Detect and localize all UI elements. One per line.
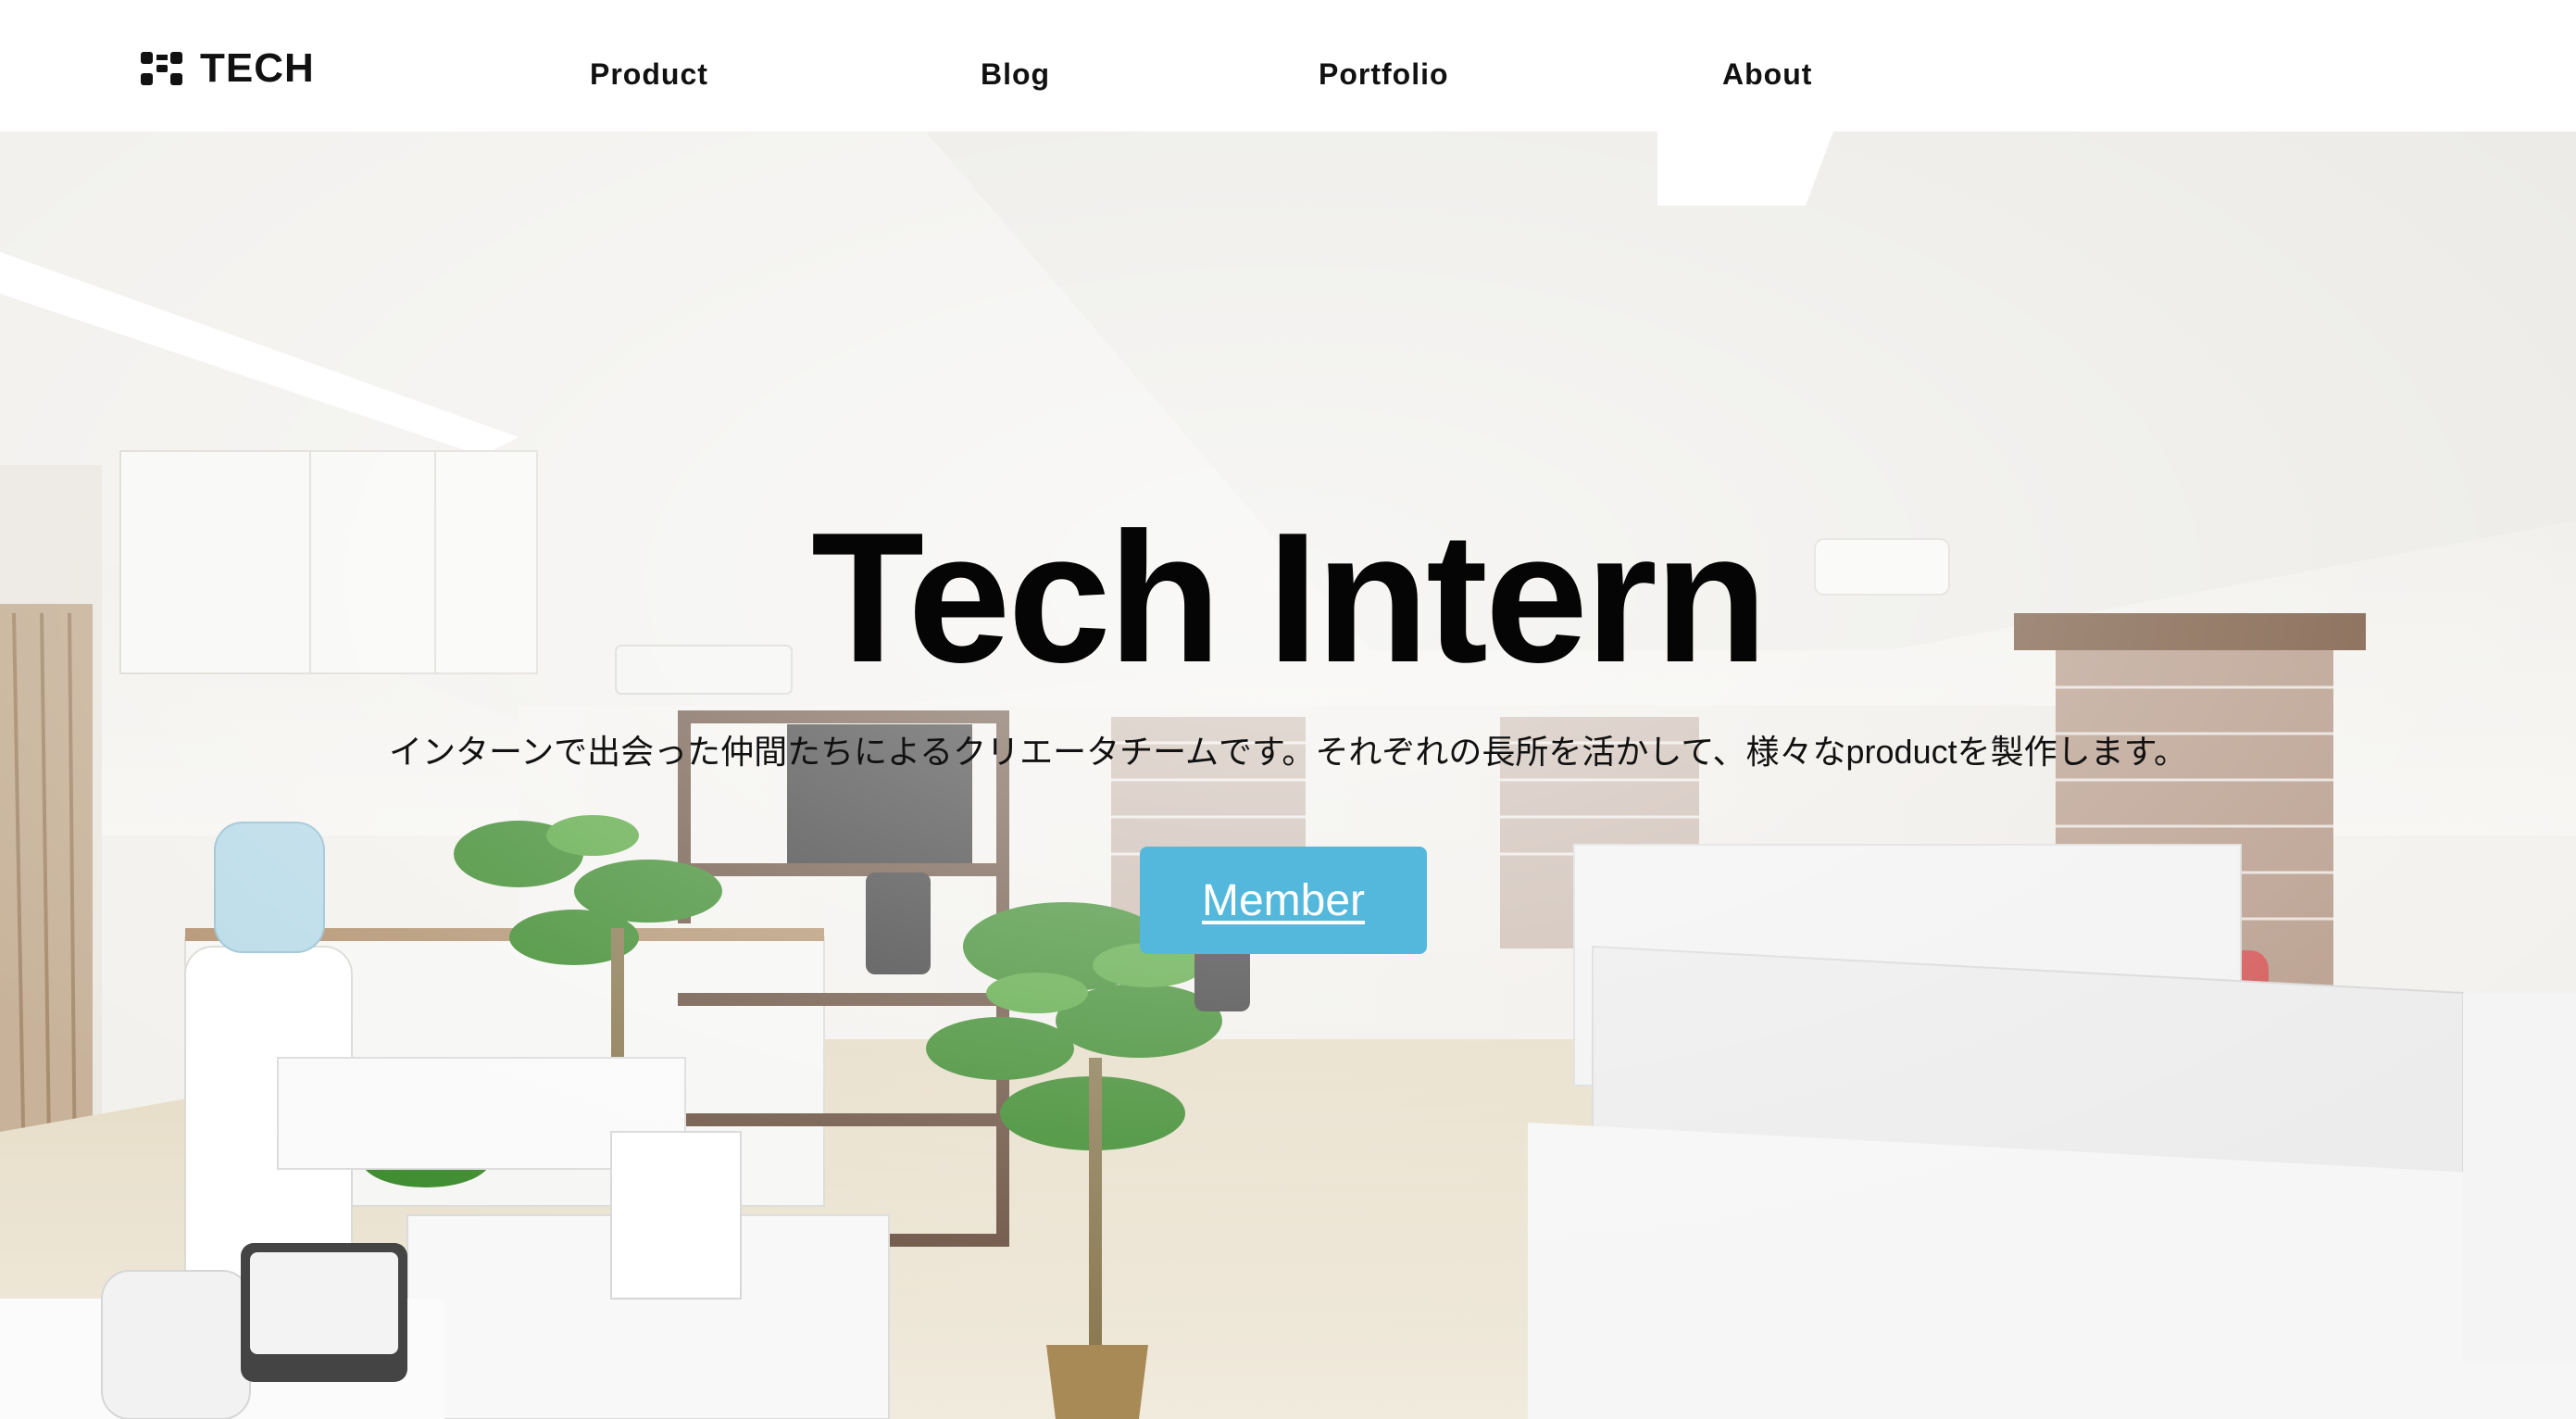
nav-about[interactable]: About bbox=[1722, 57, 1812, 91]
logo-text: TECH bbox=[200, 45, 315, 91]
logo-icon bbox=[141, 52, 182, 85]
nav-product[interactable]: Product bbox=[590, 57, 708, 91]
nav-blog[interactable]: Blog bbox=[981, 57, 1050, 91]
office-background-image bbox=[0, 132, 2576, 1419]
site-logo[interactable]: TECH bbox=[139, 45, 315, 91]
nav-portfolio[interactable]: Portfolio bbox=[1319, 57, 1449, 91]
hero-subtitle: インターンで出会った仲間たちによるクリエータチームです。それぞれの長所を活かして… bbox=[388, 733, 2188, 771]
hero-title: Tech Intern bbox=[810, 495, 1768, 701]
site-header: TECH Product Blog Portfolio About bbox=[0, 0, 2576, 132]
hero-section: Tech Intern インターンで出会った仲間たちによるクリエータチームです。… bbox=[0, 132, 2576, 1419]
member-button[interactable]: Member bbox=[1140, 847, 1427, 954]
